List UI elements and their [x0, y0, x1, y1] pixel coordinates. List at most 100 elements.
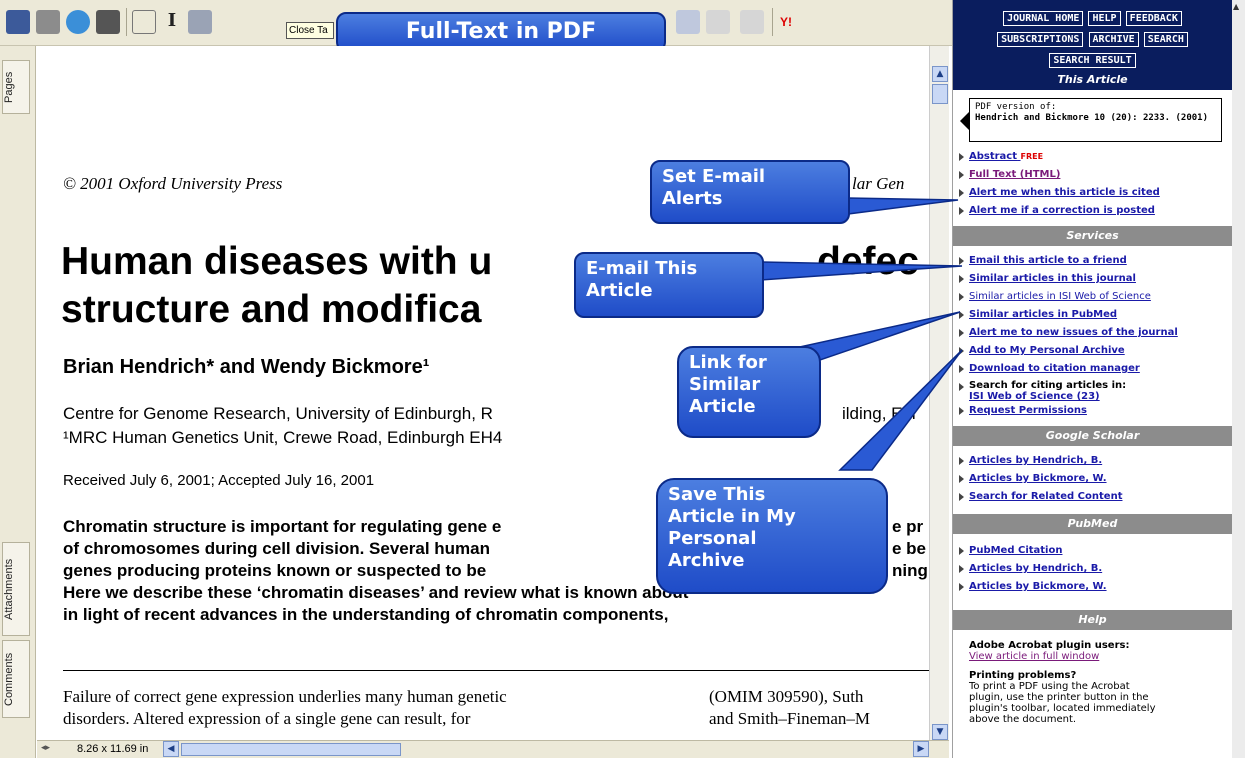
gs-bickmore-link[interactable]: Articles by Bickmore, W. — [953, 470, 1232, 488]
copyright: © 2001 Oxford University Press — [63, 174, 283, 193]
callout-line: Alerts — [662, 188, 723, 209]
snapshot-icon[interactable] — [188, 10, 212, 34]
gs-related-link[interactable]: Search for Related Content — [953, 488, 1232, 506]
help-line: To print a PDF using the Acrobat — [969, 681, 1130, 692]
help-header: Help — [953, 610, 1232, 630]
request-permissions-link[interactable]: Request Permissions — [953, 402, 1232, 420]
download-citation-link[interactable]: Download to citation manager — [953, 360, 1232, 378]
status-bar: ◂▸ 8.26 x 11.69 in ◀ ▶ — [37, 740, 949, 758]
select-text-icon[interactable]: I — [160, 10, 184, 34]
pubmed-header: PubMed — [953, 514, 1232, 534]
gs-hendrich-link[interactable]: Articles by Hendrich, B. — [953, 452, 1232, 470]
attachments-tab[interactable]: Attachments — [2, 542, 30, 636]
free-badge: FREE — [1020, 152, 1044, 161]
abstract-link-label: Abstract — [969, 151, 1018, 162]
abstract: Chromatin structure is important for reg… — [63, 516, 688, 626]
page-scrollbar[interactable]: ▲ — [1232, 0, 1245, 758]
body-line: (OMIM 309590), Suth — [709, 687, 864, 706]
resize-icon[interactable]: ◂▸ — [41, 743, 50, 753]
email-article-link[interactable]: Email this article to a friend — [953, 252, 1232, 270]
page-size: 8.26 x 11.69 in — [77, 743, 149, 755]
article-title-line1: Human diseases with u — [61, 240, 493, 283]
abstract-link[interactable]: Abstract FREE — [953, 148, 1232, 166]
help-line: plugin, use the printer button in the — [969, 692, 1149, 703]
affiliation-1-tail: ilding, Edi — [842, 404, 916, 423]
journal-home-button[interactable]: JOURNAL HOME — [1003, 11, 1084, 26]
alert-cited-link[interactable]: Alert me when this article is cited — [953, 184, 1232, 202]
callout-email-article: E-mail This Article — [574, 252, 764, 318]
similar-isi-link[interactable]: Similar articles in ISI Web of Science — [953, 288, 1232, 306]
callout-line: Archive — [668, 550, 745, 571]
body-text-right: (OMIM 309590), Suth and Smith–Fineman–M — [709, 686, 870, 730]
callout-line: E-mail This — [586, 258, 698, 279]
help-plugin-label: Adobe Acrobat plugin users: — [969, 640, 1130, 651]
pm-hendrich-link[interactable]: Articles by Hendrich, B. — [953, 560, 1232, 578]
body-line: disorders. Altered expression of a singl… — [63, 709, 471, 728]
pm-bickmore-link[interactable]: Articles by Bickmore, W. — [953, 578, 1232, 596]
callout-line: Article — [586, 280, 653, 301]
help-printing-label: Printing problems? — [969, 670, 1077, 681]
callout-line: Save This — [668, 484, 766, 505]
help-button[interactable]: HELP — [1088, 11, 1121, 26]
affiliation-2-tail: K — [882, 428, 894, 447]
scroll-right-icon[interactable]: ▶ — [913, 741, 929, 757]
search-button[interactable]: SEARCH — [1143, 32, 1188, 47]
affiliation-2: ¹MRC Human Genetics Unit, Crewe Road, Ed… — [63, 428, 503, 447]
callout-save-archive: Save This Article in My Personal Archive — [656, 478, 888, 594]
callout-line: Set E-mail — [662, 166, 766, 187]
hand-tool-icon[interactable] — [132, 10, 156, 34]
abstract-line: in light of recent advances in the under… — [63, 605, 669, 624]
this-article-header: This Article — [953, 70, 1232, 90]
feedback-button[interactable]: FEEDBACK — [1125, 11, 1182, 26]
undo-icon[interactable] — [706, 10, 730, 34]
citing-label: Search for citing articles in: — [953, 380, 1232, 391]
subscriptions-button[interactable]: SUBSCRIPTIONS — [997, 32, 1084, 47]
pdf-toolbar: I Close Ta Full-Text in PDF Y! — [0, 0, 952, 60]
copy-icon[interactable] — [740, 10, 764, 34]
affiliation-1: Centre for Genome Research, University o… — [63, 404, 493, 423]
help-view-link[interactable]: View article in full window — [953, 651, 1232, 662]
document-scrollbar[interactable]: ▲ ▼ — [929, 46, 949, 740]
scroll-up-icon[interactable]: ▲ — [932, 66, 948, 82]
abstract-line: Chromatin structure is important for reg… — [63, 517, 502, 536]
print-icon[interactable] — [36, 10, 60, 34]
alert-correction-link[interactable]: Alert me if a correction is posted — [953, 202, 1232, 220]
citing-label-text: Search for citing articles in: — [969, 380, 1127, 391]
scroll-left-icon[interactable]: ◀ — [163, 741, 179, 757]
similar-pubmed-link[interactable]: Similar articles in PubMed — [953, 306, 1232, 324]
scroll-down-icon[interactable]: ▼ — [932, 724, 948, 740]
isi-citing-link[interactable]: ISI Web of Science (23) — [953, 391, 1232, 402]
yahoo-icon[interactable]: Y! — [780, 10, 820, 34]
comments-tab[interactable]: Comments — [2, 640, 30, 718]
page-scroll-up-icon[interactable]: ▲ — [1233, 2, 1239, 11]
pdf-version-box: PDF version of: Hendrich and Bickmore 10… — [960, 98, 1222, 142]
spellcheck-icon[interactable] — [676, 10, 700, 34]
abstract-line: Here we describe these ‘chromatin diseas… — [63, 583, 689, 602]
email-icon[interactable] — [66, 10, 90, 34]
add-personal-archive-link[interactable]: Add to My Personal Archive — [953, 342, 1232, 360]
received-date: Received July 6, 2001; Accepted July 16,… — [63, 472, 375, 489]
callout-line: Link for — [689, 352, 767, 373]
archive-button[interactable]: ARCHIVE — [1088, 32, 1139, 47]
abstract-line: genes producing proteins known or suspec… — [63, 561, 487, 580]
body-line: and Smith–Fineman–M — [709, 709, 871, 728]
article-title-line2: structure and modifica — [61, 288, 482, 331]
abstract-line: of chromosomes during cell division. Sev… — [63, 539, 490, 558]
find-icon[interactable] — [96, 10, 120, 34]
pubmed-citation-link[interactable]: PubMed Citation — [953, 542, 1232, 560]
full-text-html-link[interactable]: Full Text (HTML) — [953, 166, 1232, 184]
help-print-text: To print a PDF using the Acrobat plugin,… — [953, 681, 1232, 725]
search-result-button[interactable]: SEARCH RESULT — [1049, 53, 1136, 68]
scroll-thumb[interactable] — [932, 84, 948, 104]
abstract-tails: e pr e be ning — [892, 516, 928, 582]
alert-new-issues-link[interactable]: Alert me to new issues of the journal — [953, 324, 1232, 342]
similar-journal-link[interactable]: Similar articles in this journal — [953, 270, 1232, 288]
horizontal-scroll-thumb[interactable] — [181, 743, 401, 756]
save-icon[interactable] — [6, 10, 30, 34]
callout-line: Personal — [668, 528, 757, 549]
abstract-tail: e be — [892, 539, 927, 558]
abstract-tail: ning — [892, 561, 928, 580]
body-text-left: Failure of correct gene expression under… — [63, 686, 507, 730]
divider — [63, 670, 929, 671]
pages-tab[interactable]: Pages — [2, 60, 30, 114]
